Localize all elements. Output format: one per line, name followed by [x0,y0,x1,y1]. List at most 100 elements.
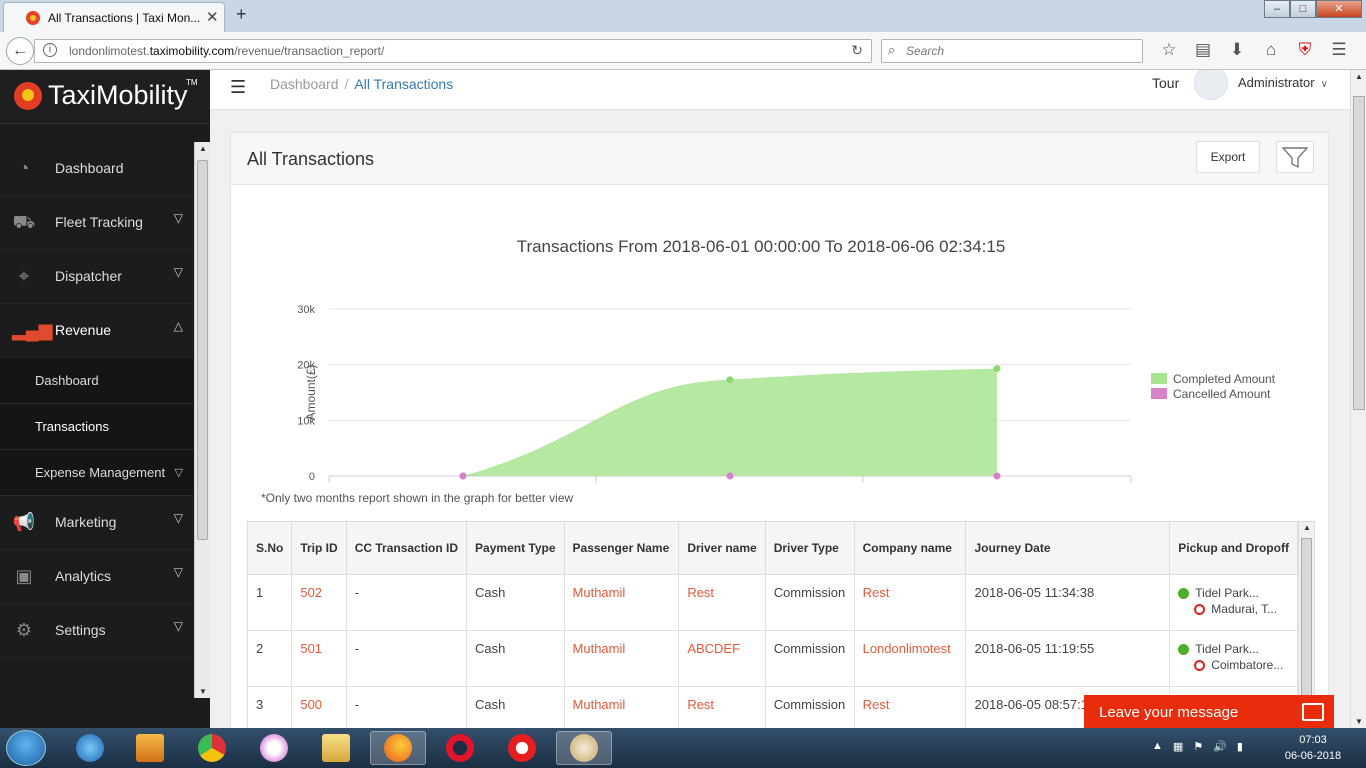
new-tab-button[interactable]: + [236,4,247,25]
breadcrumb-dashboard-link[interactable]: Dashboard [270,76,339,92]
cell-payment: Cash [466,630,565,687]
leave-message-widget[interactable]: Leave your message [1084,695,1334,729]
yandex-taskbar-icon[interactable] [494,731,550,765]
scroll-down-icon[interactable]: ▼ [1355,717,1363,726]
col-passenger-name[interactable]: Passenger Name [564,522,680,575]
pickup-dot-icon [1178,587,1190,599]
filter-button[interactable] [1276,141,1314,173]
export-button[interactable]: Export [1196,141,1260,173]
cell-driver-type: Commission [765,630,855,687]
col-cc-transaction-id[interactable]: CC Transaction ID [346,522,468,575]
cell-journey-date: 2018-06-05 11:34:38 [965,574,1171,631]
col-driver-name[interactable]: Driver name [678,522,766,575]
download-icon[interactable]: ⬇ [1220,40,1254,60]
pickup-dot-icon [1178,643,1190,655]
close-tab-icon[interactable]: ✕ [206,8,219,26]
sidebar-item-fleet-tracking[interactable]: ⛟ Fleet Tracking ▽ [0,196,193,250]
scroll-up-icon[interactable]: ▲ [1303,523,1311,532]
maximize-button[interactable]: □ [1290,0,1316,18]
page-scrollbar[interactable]: ▲ ▼ [1350,70,1366,728]
trip-id-link[interactable]: 500 [291,686,347,728]
col-payment-type[interactable]: Payment Type [466,522,565,575]
sidebar-item-marketing[interactable]: 📢 Marketing ▽ [0,496,193,550]
sidebar-item-analytics[interactable]: ▣ Analytics ▽ [0,550,193,604]
tour-link[interactable]: Tour [1152,75,1179,91]
address-bar[interactable]: i londonlimotest.taximobility.com/revenu… [34,39,872,63]
media-player-taskbar-icon[interactable] [122,731,178,765]
sidebar-subitem-expense-management[interactable]: Expense Management ▽ [0,450,193,496]
table-scroll-thumb[interactable] [1301,538,1312,698]
show-hidden-icons-icon[interactable]: ▲ [1152,740,1163,753]
info-icon[interactable]: i [43,43,57,57]
bookmark-star-icon[interactable]: ☆ [1152,40,1186,60]
main-content: ☰ Dashboard / All Transactions Tour Admini… [210,70,1350,728]
chevron-down-icon: ▽ [173,511,183,525]
col-journey-date[interactable]: Journey Date [965,522,1171,575]
driver-link[interactable]: Rest [678,574,766,631]
cell-pickup-dropoff: Tidel Park... Coimbatore... [1169,630,1298,687]
search-placeholder: Search [906,44,945,58]
sidebar-item-label: Settings [55,622,106,638]
hamburger-menu-icon[interactable]: ☰ [230,77,246,98]
company-link[interactable]: Rest [854,574,967,631]
back-button[interactable]: ← [6,37,34,65]
minimize-button[interactable]: – [1264,0,1290,18]
sidebar-scroll-thumb[interactable] [197,160,208,540]
chat-label: Leave your message [1099,704,1239,721]
driver-link[interactable]: Rest [678,686,766,728]
search-box[interactable]: ⌕ Search [881,39,1143,63]
close-window-button[interactable]: ✕ [1316,0,1362,18]
reading-list-icon[interactable]: ▤ [1186,40,1220,60]
ie-taskbar-icon[interactable] [62,731,118,765]
scroll-up-icon[interactable]: ▲ [1355,72,1363,81]
reload-icon[interactable]: ↻ [851,42,863,59]
scroll-down-icon[interactable]: ▼ [199,687,207,696]
breadcrumb-current[interactable]: All Transactions [354,76,453,92]
filter-icon [1281,147,1309,169]
col-company-name[interactable]: Company name [854,522,967,575]
company-link[interactable]: Rest [854,686,967,728]
passenger-link[interactable]: Muthamil [564,630,680,687]
file-explorer-taskbar-icon[interactable] [308,731,364,765]
col-pickup-dropoff[interactable]: Pickup and Dropoff [1169,522,1298,575]
firefox-taskbar-icon[interactable] [370,731,426,765]
home-icon[interactable]: ⌂ [1254,40,1288,60]
trip-id-link[interactable]: 501 [291,630,347,687]
sidebar-item-dashboard[interactable]: ◔ Dashboard [0,142,193,196]
flag-icon[interactable]: ⚑ [1193,740,1203,753]
paint-taskbar-icon[interactable] [556,731,612,765]
scroll-up-icon[interactable]: ▲ [199,144,207,153]
opera-taskbar-icon[interactable] [432,731,488,765]
sidebar-item-label: Dashboard [55,160,124,176]
start-button[interactable] [6,730,46,766]
trip-id-link[interactable]: 502 [291,574,347,631]
company-link[interactable]: Londonlimotest [854,630,967,687]
sidebar-subitem-transactions[interactable]: Transactions [0,404,193,450]
col-driver-type[interactable]: Driver Type [765,522,855,575]
sidebar-item-settings[interactable]: ⚙ Settings ▽ [0,604,193,658]
itunes-taskbar-icon[interactable] [246,731,302,765]
menu-icon[interactable]: ☰ [1322,40,1356,60]
passenger-link[interactable]: Muthamil [564,686,680,728]
sidebar-scrollbar[interactable]: ▲ ▼ [194,142,210,698]
avatar[interactable] [1194,70,1228,100]
network-icon[interactable]: ▦ [1173,740,1183,753]
sidebar-subitem-dashboard[interactable]: Dashboard [0,358,193,404]
page-scroll-thumb[interactable] [1353,96,1365,410]
power-icon[interactable]: ▮ [1237,740,1243,753]
chrome-taskbar-icon[interactable] [184,731,240,765]
col-trip-id[interactable]: Trip ID [291,522,347,575]
system-clock[interactable]: 07:03 06-06-2018 [1278,732,1348,764]
brand-logo[interactable]: TaxiMobility TM [0,70,210,124]
sidebar-item-dispatcher[interactable]: ⌖ Dispatcher ▽ [0,250,193,304]
shield-icon[interactable]: ⛨ [1288,40,1322,60]
user-menu[interactable]: Administrator ∨ [1238,75,1328,90]
volume-icon[interactable]: 🔊 [1213,740,1227,753]
browser-tab[interactable]: All Transactions | Taxi Mon... ✕ [3,2,225,32]
cell-cc: - [346,630,468,687]
sidebar-item-revenue[interactable]: ▂▄▆ Revenue △ [0,304,193,358]
col-sno[interactable]: S.No [248,522,293,575]
driver-link[interactable]: ABCDEF [678,630,766,687]
cell-driver-type: Commission [765,686,855,728]
passenger-link[interactable]: Muthamil [564,574,680,631]
